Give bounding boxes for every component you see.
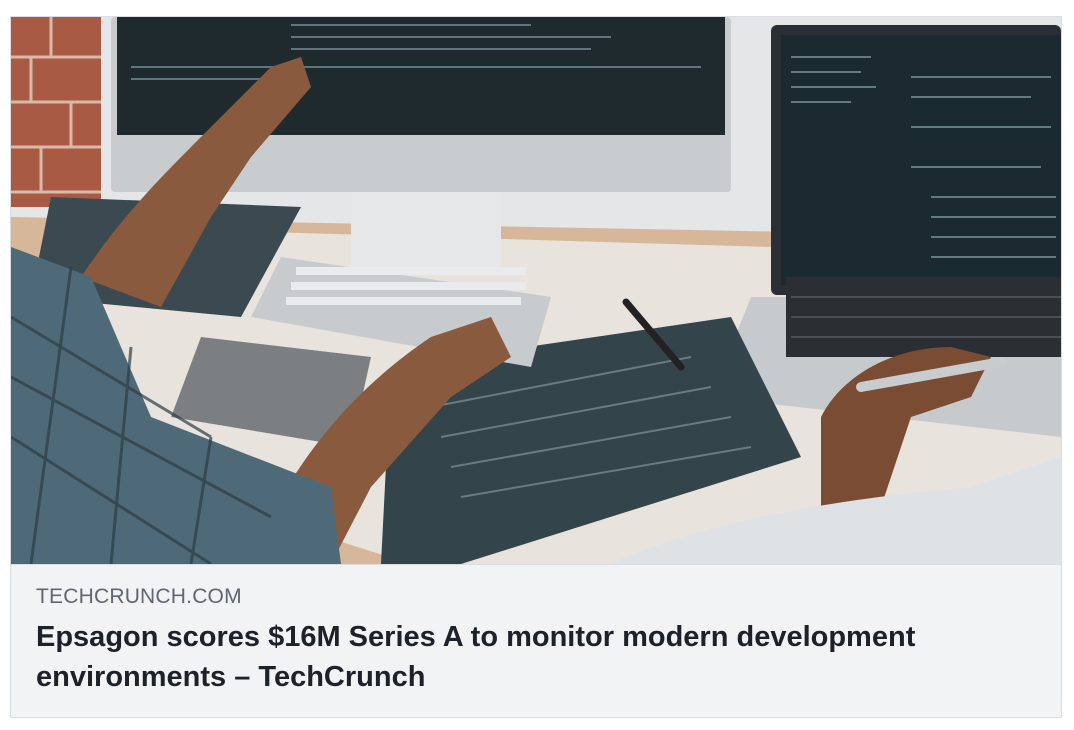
link-preview-card[interactable]: TECHCRUNCH.COM Epsagon scores $16M Serie… [10, 16, 1062, 718]
link-domain: TECHCRUNCH.COM [36, 585, 242, 608]
link-title[interactable]: Epsagon scores $16M Series A to monitor … [36, 617, 1036, 697]
link-meta[interactable]: TECHCRUNCH.COM Epsagon scores $16M Serie… [11, 564, 1061, 717]
article-hero-image[interactable] [11, 17, 1061, 564]
